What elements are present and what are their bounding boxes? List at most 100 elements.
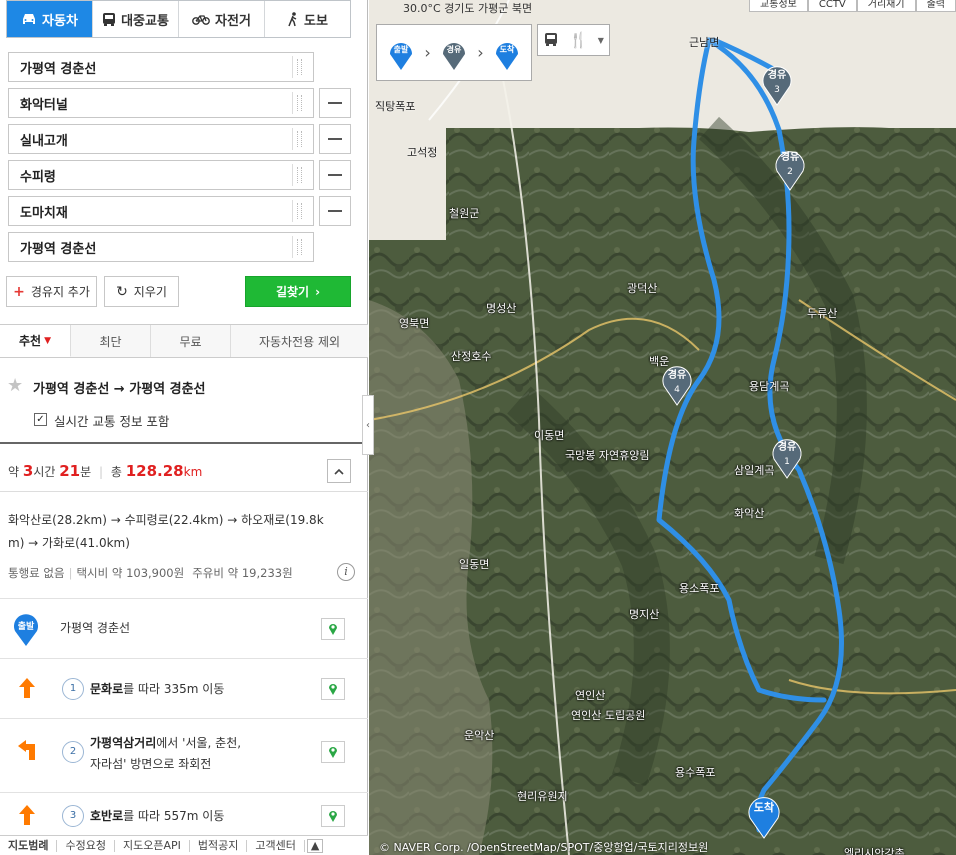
route-option-tabs: 추천 ▼ 최단 무료 자동차전용 제외 [0,324,368,358]
waypoint-2[interactable]: 실내고개 [8,124,314,154]
via-marker-3[interactable]: 경유 3 [762,66,792,106]
map-place-label: 철원군 [449,207,480,220]
add-waypoint-button[interactable]: + 경유지 추가 [6,276,97,307]
route-step-2[interactable]: 2 가평역삼거리에서 '서울, 춘천, 자라섬' 방면으로 좌회전 [0,718,368,792]
chevron-up-icon [334,468,344,475]
waypoint-4[interactable]: 도마치재 [8,196,314,226]
drag-handle-icon[interactable] [292,92,306,114]
star-icon[interactable]: ★ [7,375,23,396]
minus-icon [328,174,342,176]
scroll-top-icon[interactable]: ▲ [306,838,324,853]
tab-shortest-label: 최단 [99,334,122,349]
waypoint-text: 실내고개 [20,133,68,149]
tab-shortest[interactable]: 최단 [71,325,151,357]
remove-waypoint-button[interactable] [319,88,351,118]
route-header: ★ 가평역 경춘선 → 가평역 경춘선 ✓ 실시간 교통 정보 포함 [0,358,368,444]
map-place-label: 백운 [649,355,670,368]
step-map-pin-button[interactable] [321,618,345,640]
drag-handle-icon[interactable] [292,200,306,222]
bus-icon [103,12,116,26]
distance-value: 128.28 [125,462,184,480]
remove-waypoint-button[interactable] [319,196,351,226]
info-icon[interactable]: i [337,563,355,581]
tab-bicycle[interactable]: 자전거 [179,1,265,37]
remove-waypoint-button[interactable] [319,160,351,190]
drag-handle-icon[interactable] [292,164,306,186]
minus-icon [328,210,342,212]
tab-recommended[interactable]: 추천 ▼ [0,325,71,357]
footer-link-report[interactable]: 수정요청 [57,839,115,852]
footer-link-legal[interactable]: 법적공지 [190,839,248,852]
waypoint-3[interactable]: 수피령 [8,160,314,190]
drag-handle-icon[interactable] [292,236,306,258]
waypoint-end[interactable]: 가평역 경춘선 [8,232,314,262]
footer-links: 지도범례 수정요청 지도오픈API 법적공지 고객센터 ▲ [0,835,368,855]
map-place-label: 고석정 [407,146,438,159]
tab-transit[interactable]: 대중교통 [93,1,179,37]
hours-unit: 시간 [33,465,56,479]
road-name: 문화로 [90,682,124,696]
map-place-label: 영북면 [399,317,430,330]
route-panel: 자동차 대중교통 자전거 도보 가평역 경춘선 화악터널 실내고개 수피령 도마… [0,0,368,855]
road-summary: 화악산로(28.2km) → 수피령로(22.4km) → 하오재로(19.8k… [8,509,348,555]
end-marker[interactable]: 도착 [748,797,780,839]
route-step-1[interactable]: 1 문화로를 따라 335m 이동 [0,658,368,718]
map-place-label: 일동면 [459,558,490,571]
drag-handle-icon[interactable] [292,56,306,78]
pin-icon [329,811,337,822]
add-waypoint-label: 경유지 추가 [30,285,90,299]
waypoint-1[interactable]: 화악터널 [8,88,314,118]
tab-transit-label: 대중교통 [121,13,169,29]
route-step-start[interactable]: 출발 가평역 경춘선 [0,598,368,658]
duration-minutes: 21 [59,462,81,480]
map-place-label: 이동면 [534,429,565,442]
collapse-summary-button[interactable] [327,459,351,483]
step-text: 가평역 경춘선 [60,621,131,635]
step-text: 문화로를 따라 335m 이동 [90,679,224,700]
walk-icon [288,11,297,26]
via-marker-1[interactable]: 경유 1 [772,439,802,479]
tab-car[interactable]: 자동차 [7,1,93,37]
route-markers: 경유 3 경유 2 경유 4 경유 1 도착 [662,66,805,839]
map-place-label: 엘리시안강촌 [844,847,905,855]
waypoint-start[interactable]: 가평역 경춘선 [8,52,314,82]
cost-summary: 통행료 없음 | 택시비 약 103,900원 주유비 약 19,233원 i [8,563,355,583]
chevron-right-icon: › [315,284,321,299]
tab-free[interactable]: 무료 [151,325,231,357]
map-place-label: 삼일계곡 [734,464,775,477]
realtime-checkbox[interactable]: ✓ [34,413,47,426]
satellite-map[interactable]: 30.0°C 경기도 가평군 북면 교통정보 CCTV 거리재기 출력 출발 ›… [369,0,956,855]
minus-icon [328,138,342,140]
step-map-pin-button[interactable] [321,741,345,763]
road-name: 가평역삼거리 [90,736,157,750]
map-place-label: 명지산 [629,608,660,621]
map-place-label: 운악산 [464,729,495,742]
plus-icon: + [13,283,25,300]
search-route-button[interactable]: 길찾기 › [245,276,351,307]
tab-bicycle-label: 자전거 [215,13,251,29]
map-place-label: 화악산 [734,507,765,520]
remove-waypoint-button[interactable] [319,124,351,154]
map-place-label: 용수폭포 [675,766,716,779]
tab-exclude-motorway[interactable]: 자동차전용 제외 [231,325,368,357]
via-marker-4[interactable]: 경유 4 [662,366,692,406]
drag-handle-icon[interactable] [292,128,306,150]
route-step-3[interactable]: 3 호반로를 따라 557m 이동 [0,792,368,835]
start-pin-label: 출발 [18,620,35,632]
map-place-label: 명성산 [486,302,517,315]
footer-link-api[interactable]: 지도오픈API [115,839,190,852]
via-marker-label: 경유 [768,68,786,81]
via-marker-2[interactable]: 경유 2 [775,150,805,191]
tab-walk[interactable]: 도보 [265,1,350,37]
step-map-pin-button[interactable] [321,805,345,827]
footer-link-support[interactable]: 고객센터 [247,839,305,852]
step-number: 2 [62,741,84,763]
footer-link-legend[interactable]: 지도범례 [0,839,58,852]
clear-button[interactable]: ↻ 지우기 [104,276,179,307]
step-map-pin-button[interactable] [321,678,345,700]
collapse-panel-handle[interactable]: ‹ [362,395,374,455]
waypoint-text: 가평역 경춘선 [20,241,97,257]
road-summary-line: m) → 가화로(41.0km) [8,536,130,550]
map-place-label: 연인산 도립공원 [571,709,646,722]
map-place-label: 용소폭포 [679,582,720,595]
